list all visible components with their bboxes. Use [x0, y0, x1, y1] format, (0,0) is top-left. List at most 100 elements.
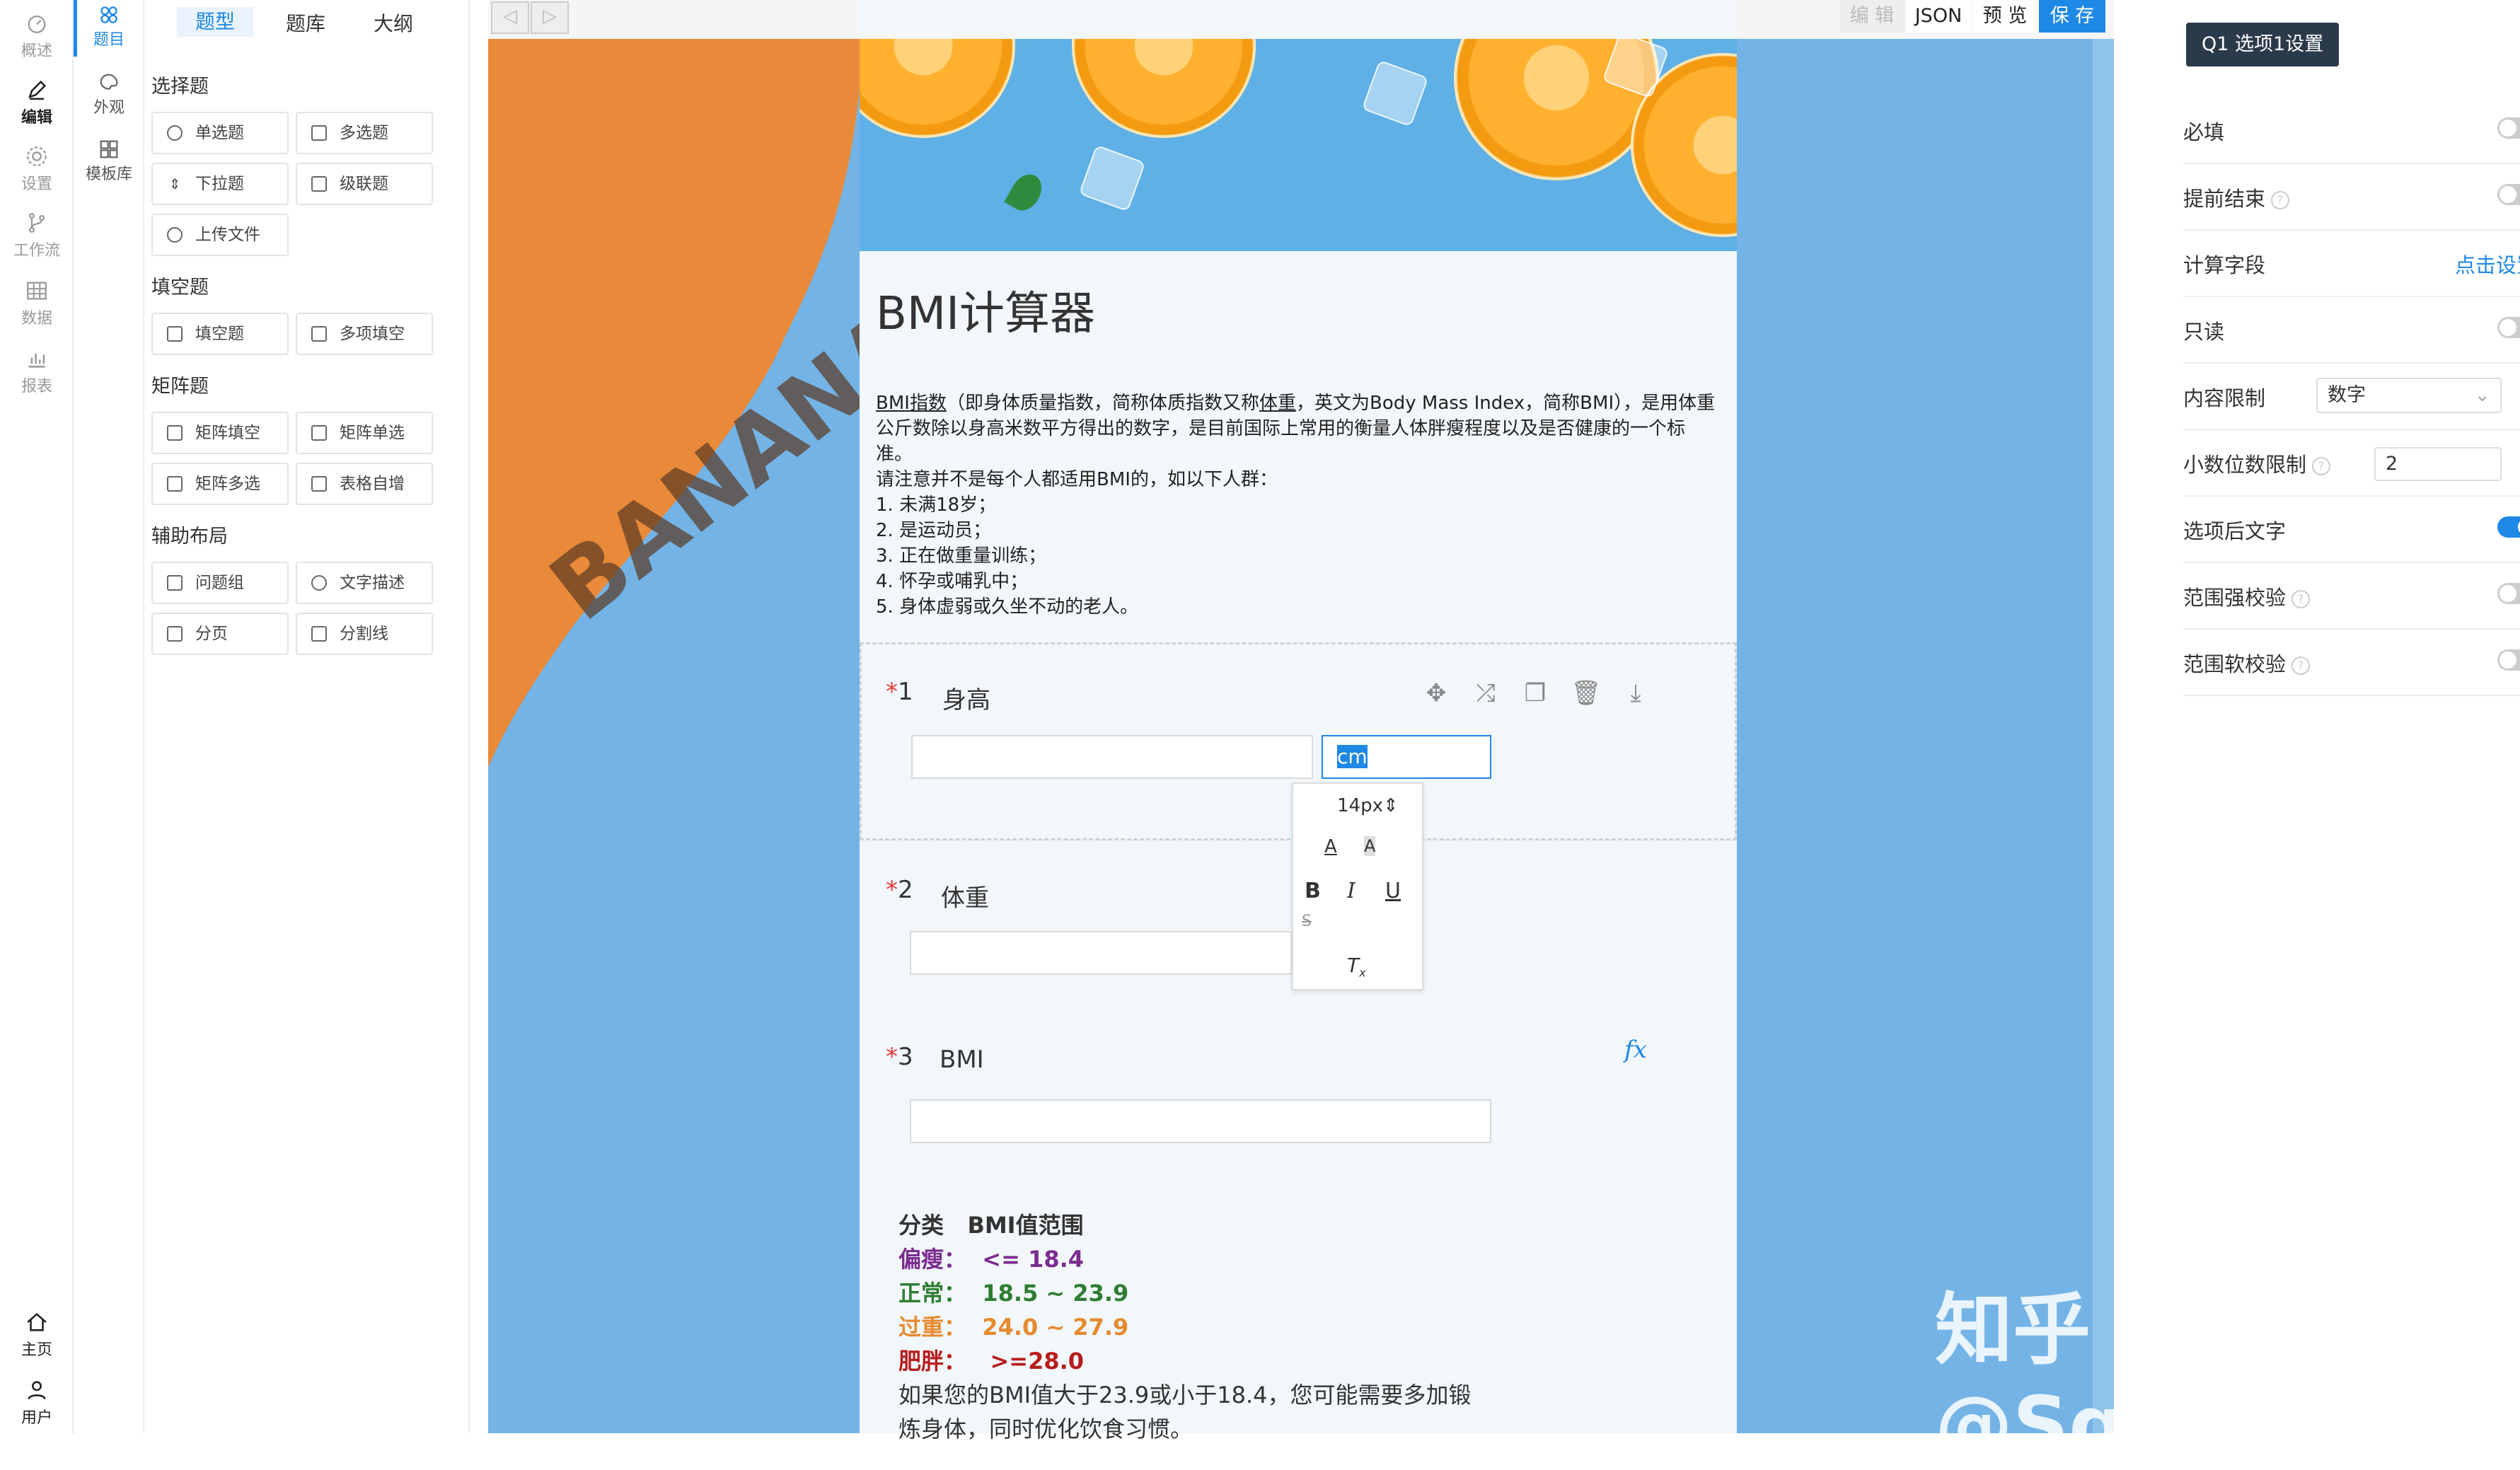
bmi-link[interactable]: BMI指数: [876, 393, 947, 414]
add-multi-fill-button[interactable]: 多项填空: [296, 313, 433, 355]
formula-icon[interactable]: fx: [1624, 1036, 1647, 1064]
height-input[interactable]: [911, 735, 1313, 779]
divider-icon: [311, 626, 327, 642]
tab-question-bank[interactable]: 题库: [286, 8, 325, 37]
bold-icon[interactable]: B: [1305, 879, 1321, 903]
form-banner-image: [860, 39, 1737, 251]
nav-item-report[interactable]: 报表: [0, 347, 74, 396]
add-divider-button[interactable]: 分割线: [296, 613, 433, 655]
add-cascade-button[interactable]: 级联题: [296, 163, 433, 205]
add-fill-blank-button[interactable]: 填空题: [151, 313, 289, 355]
button-label: 单选题: [195, 124, 244, 142]
add-table-grow-button[interactable]: 表格自增: [296, 463, 433, 505]
underline-icon[interactable]: U: [1385, 879, 1401, 903]
setting-label: 小数位数限制: [2183, 453, 2307, 477]
clear-format-icon[interactable]: Tx: [1347, 954, 1366, 980]
mode-label: 模板库: [85, 166, 132, 183]
suffix-text-toggle[interactable]: [2497, 516, 2520, 538]
mode-label: 外观: [93, 99, 125, 117]
copy-icon[interactable]: ❐: [1520, 678, 1551, 709]
nav-item-workflow[interactable]: 工作流: [0, 211, 74, 260]
setting-range-strict: 范围强校验?: [2183, 562, 2520, 630]
range-strict-toggle[interactable]: [2497, 583, 2520, 604]
add-upload-file-button[interactable]: 上传文件: [151, 214, 289, 256]
font-size-select[interactable]: 14px⇕: [1337, 795, 1399, 816]
shuffle-icon[interactable]: ⤮: [1470, 678, 1501, 709]
mode-questions[interactable]: 题目: [74, 3, 144, 50]
form-title[interactable]: BMI计算器: [876, 277, 1095, 342]
content-limit-select[interactable]: 数字 ⌄: [2316, 378, 2502, 413]
nav-item-label: 报表: [21, 378, 52, 395]
editor-mode-rail: 题目 外观 模板库: [74, 0, 144, 1433]
edit-button[interactable]: 编 辑: [1839, 0, 1905, 33]
move-icon[interactable]: ✥: [1421, 678, 1452, 709]
italic-icon[interactable]: I: [1347, 879, 1356, 903]
form-description[interactable]: BMI指数（即身体质量指数，简称体质指数又称体重，英文为Body Mass In…: [876, 390, 1718, 620]
edit-icon: [167, 326, 183, 342]
question-num-text: 1: [898, 678, 913, 706]
redo-button[interactable]: ▷: [531, 1, 569, 34]
row-key: 偏瘦：: [898, 1246, 967, 1273]
tab-question-types[interactable]: 题型: [177, 7, 254, 37]
button-label: 下拉题: [195, 175, 244, 193]
weight-link[interactable]: 体重: [1259, 393, 1296, 414]
early-end-toggle[interactable]: [2497, 184, 2520, 205]
question-label[interactable]: 体重: [941, 879, 989, 913]
undo-button[interactable]: ◁: [491, 1, 529, 34]
delete-icon[interactable]: 🗑: [1571, 678, 1602, 709]
nav-item-overview[interactable]: 概述: [0, 11, 74, 61]
nav-item-edit[interactable]: 编辑: [0, 78, 74, 127]
help-icon[interactable]: ?: [2271, 191, 2290, 209]
background-color-icon[interactable]: A: [1364, 836, 1376, 856]
font-color-icon[interactable]: A: [1324, 836, 1337, 857]
nav-item-settings[interactable]: 设置: [0, 144, 74, 194]
grid-icon: [27, 282, 47, 300]
range-soft-toggle[interactable]: [2497, 649, 2520, 671]
readonly-toggle[interactable]: [2497, 317, 2520, 338]
preview-button[interactable]: 预 览: [1972, 0, 2038, 33]
section-title-fill: 填空题: [151, 277, 209, 299]
mode-templates[interactable]: 模板库: [74, 137, 144, 184]
setting-suffix-text: 选项后文字: [2183, 495, 2520, 563]
calc-field-link[interactable]: 点击设置: [2455, 249, 2520, 279]
unit-suffix-input[interactable]: cm: [1322, 735, 1491, 779]
add-page-break-button[interactable]: 分页: [151, 613, 289, 655]
nav-item-home[interactable]: 主页: [0, 1310, 74, 1360]
json-button[interactable]: JSON: [1906, 0, 1971, 33]
add-matrix-fill-button[interactable]: 矩阵填空: [151, 412, 289, 454]
help-icon[interactable]: ?: [2291, 656, 2311, 675]
pencil-icon: [28, 80, 47, 100]
settings-title: Q1 选项1设置: [2186, 23, 2340, 66]
add-matrix-multi-button[interactable]: 矩阵多选: [151, 463, 289, 505]
help-icon[interactable]: ?: [2291, 590, 2311, 608]
save-button[interactable]: 保 存: [2039, 0, 2105, 33]
user-icon: [28, 1381, 46, 1400]
strikethrough-icon[interactable]: S: [1302, 913, 1312, 930]
nav-item-user[interactable]: 用户: [0, 1378, 74, 1428]
button-label: 问题组: [195, 574, 244, 592]
question-number: *3: [886, 1043, 913, 1071]
add-question-group-button[interactable]: 问题组: [151, 562, 289, 604]
weight-input[interactable]: [910, 931, 1292, 975]
save-to-bank-icon[interactable]: ⤓: [1620, 678, 1651, 709]
question-label[interactable]: 身高: [942, 681, 990, 715]
add-multi-choice-button[interactable]: 多选题: [296, 112, 433, 154]
mode-label: 题目: [93, 31, 125, 49]
mode-appearance[interactable]: 外观: [74, 71, 144, 117]
add-dropdown-button[interactable]: ⇕ 下拉题: [151, 163, 289, 205]
bmi-result-input[interactable]: [910, 1099, 1491, 1143]
question-label[interactable]: BMI: [940, 1046, 984, 1074]
nav-item-data[interactable]: 数据: [0, 279, 74, 328]
chevron-down-icon: ⌄: [2474, 384, 2490, 406]
add-text-description-button[interactable]: 文字描述: [296, 562, 433, 604]
help-icon[interactable]: ?: [2312, 457, 2331, 475]
required-star: *: [886, 876, 898, 904]
add-single-choice-button[interactable]: 单选题: [151, 112, 289, 154]
table-row: 肥胖： >=28.0: [898, 1344, 1472, 1378]
setting-label: 选项后文字: [2183, 519, 2287, 543]
tab-outline[interactable]: 大纲: [374, 8, 413, 37]
decimal-limit-input[interactable]: 2: [2374, 447, 2502, 481]
canvas-scrollbar[interactable]: [2093, 39, 2114, 1433]
add-matrix-single-button[interactable]: 矩阵单选: [296, 412, 433, 454]
required-toggle[interactable]: [2497, 117, 2520, 139]
